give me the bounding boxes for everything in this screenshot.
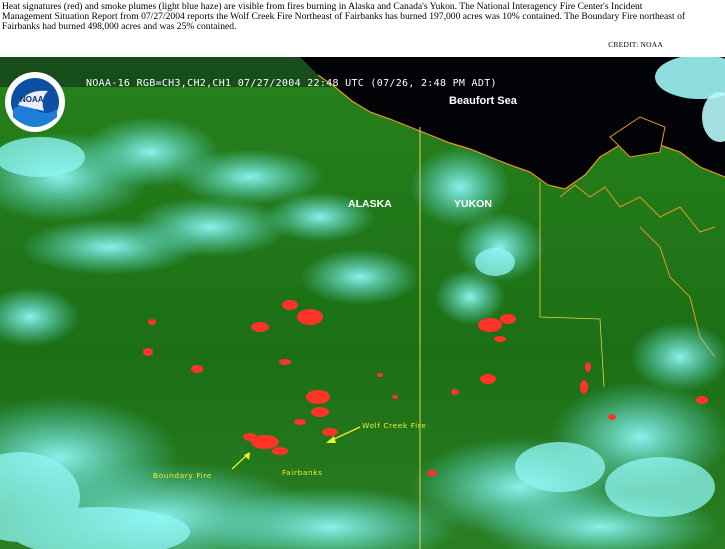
noaa-logo-text: NOAA xyxy=(20,95,44,104)
wolf-creek-fire-label: Wolf Creek Fire xyxy=(362,421,427,430)
image-caption: Heat signatures (red) and smoke plumes (… xyxy=(2,1,686,32)
boundary-fire-label: Boundary Fire xyxy=(153,471,212,480)
beaufort-sea-label: Beaufort Sea xyxy=(449,95,517,107)
yukon-label: YUKON xyxy=(454,198,492,210)
fairbanks-label: Fairbanks xyxy=(282,468,323,477)
image-header: NOAA-16 RGB=CH3,CH2,CH1 07/27/2004 22:48… xyxy=(86,78,497,89)
image-credit: CREDIT: NOAA xyxy=(608,40,663,49)
satellite-map-graphic xyxy=(0,57,725,549)
satellite-image: NOAA NOAA-16 RGB=CH3,CH2,CH1 07/27/2004 … xyxy=(0,57,725,549)
noaa-logo: NOAA xyxy=(4,71,66,133)
alaska-label: ALASKA xyxy=(348,198,392,210)
